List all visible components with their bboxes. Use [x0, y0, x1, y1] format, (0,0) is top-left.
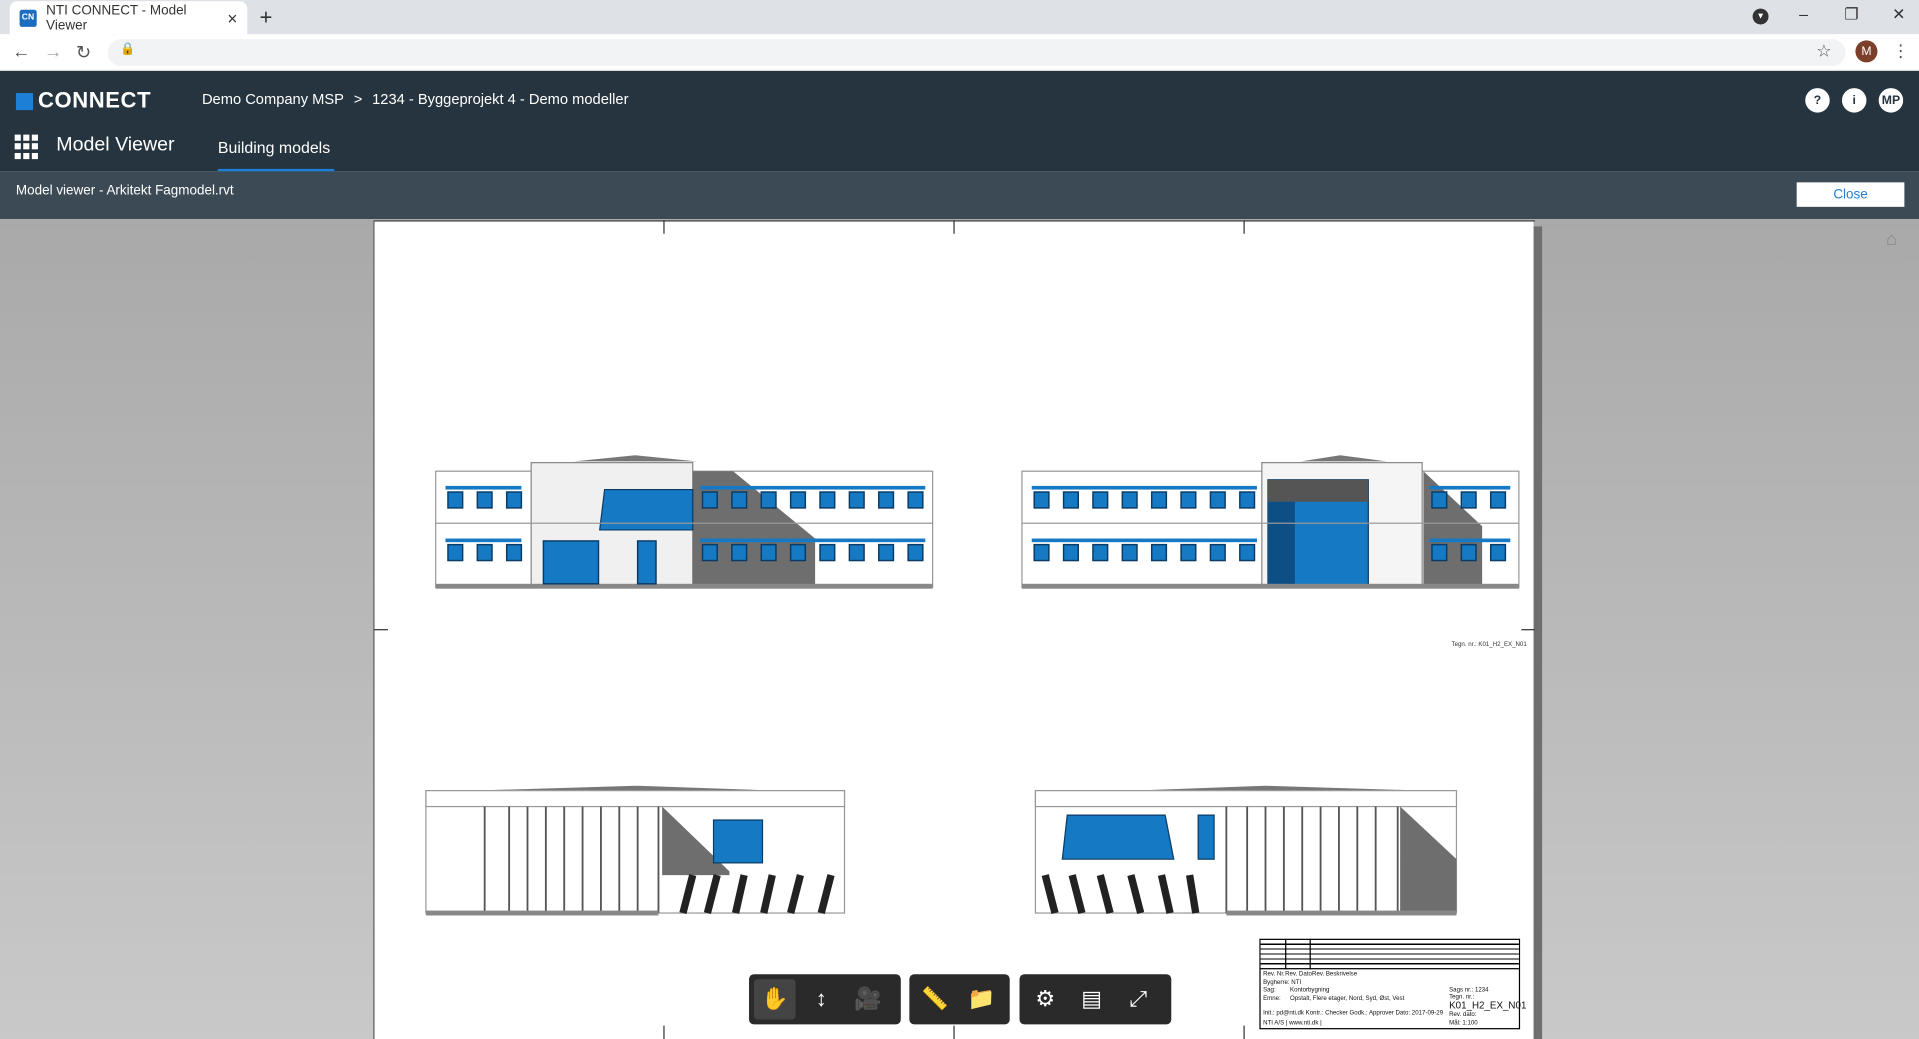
breadcrumb-separator-icon: > — [353, 90, 363, 108]
url-field[interactable]: 🔒 — [107, 39, 1846, 67]
bookmark-star-icon[interactable]: ☆ — [1816, 40, 1831, 61]
tb-initials: Init.: pd@nti.dk Kontr.: Checker Godk.: … — [1263, 1009, 1444, 1018]
tb-rev-dato: Rev. Dato — [1285, 970, 1312, 978]
tb-drawing-number: K01_H2_EX_N01 — [1449, 999, 1527, 1011]
window-close-button[interactable]: ✕ — [1892, 5, 1905, 25]
elevation-east — [425, 785, 846, 916]
profile-avatar[interactable]: M — [1855, 40, 1878, 63]
tab-close-icon[interactable]: × — [227, 8, 237, 28]
elevation-north — [435, 455, 934, 589]
tab-building-models[interactable]: Building models — [218, 138, 330, 156]
elevation-west — [1034, 785, 1458, 916]
toolbar-tools: 📏 📁 — [909, 974, 1010, 1025]
tab-title: NTI CONNECT - Model Viewer — [46, 3, 187, 33]
logo-square-icon — [15, 92, 34, 110]
browser-tab-bar: CN NTI CONNECT - Model Viewer × + ▼ – ❐ … — [0, 0, 1919, 35]
minimize-button[interactable]: – — [1799, 5, 1808, 23]
walk-icon[interactable]: ↕ — [800, 979, 842, 1019]
elevation-south — [1021, 455, 1520, 589]
tb-bygherre: Bygherre: NTI — [1263, 979, 1302, 987]
properties-icon[interactable]: ▤ — [1071, 979, 1113, 1019]
close-button[interactable]: Close — [1796, 182, 1905, 207]
screen: CN NTI CONNECT - Model Viewer × + ▼ – ❐ … — [0, 0, 1919, 1039]
tb-emne-label: Emne: — [1263, 995, 1281, 1003]
viewer-title: Model viewer - Arkitekt Fagmodel.rvt — [15, 183, 234, 199]
info-icon[interactable]: i — [1841, 88, 1867, 113]
lock-icon: 🔒 — [119, 42, 136, 57]
favicon: CN — [19, 9, 37, 27]
camera-icon[interactable]: 🎥 — [847, 979, 889, 1019]
fullscreen-icon[interactable]: ⤢ — [1117, 979, 1159, 1019]
app-title: Model Viewer — [56, 134, 175, 156]
toolbar-settings: ⚙ ▤ ⤢ — [1019, 974, 1172, 1025]
pan-icon[interactable]: ✋ — [753, 979, 796, 1020]
browser-menu-icon[interactable]: ⋮ — [1892, 40, 1909, 61]
browser-tab[interactable]: CN NTI CONNECT - Model Viewer × — [9, 1, 248, 35]
home-view-icon[interactable]: ⌂ — [1886, 229, 1897, 250]
breadcrumb-company[interactable]: Demo Company MSP — [202, 91, 344, 108]
new-tab-button[interactable]: + — [259, 5, 272, 31]
app-header: CONNECT Demo Company MSP > 1234 - Byggep… — [0, 70, 1919, 173]
forward-icon[interactable]: → — [44, 42, 62, 63]
tb-sag: Kontorbygning — [1289, 986, 1330, 994]
settings-icon[interactable]: ⚙ — [1024, 979, 1066, 1019]
restore-button[interactable]: ❐ — [1844, 5, 1858, 25]
tb-rev-date: Rev. dato: — [1449, 1010, 1477, 1019]
tab-search-icon[interactable]: ▼ — [1752, 8, 1769, 25]
measure-icon[interactable]: 📏 — [914, 979, 956, 1019]
toolbar-navigation: ✋ ↕ 🎥 — [749, 974, 901, 1025]
logo-text: CONNECT — [37, 88, 152, 113]
model-viewport[interactable]: ⌂ Tegn. nr.: K01_H2_EX_N01 Rev. Nr. Rev.… — [0, 219, 1919, 1039]
drawing-sheet: Tegn. nr.: K01_H2_EX_N01 — [373, 220, 1535, 1039]
reload-icon[interactable]: ↻ — [76, 42, 91, 64]
breadcrumb-project[interactable]: 1234 - Byggeprojekt 4 - Demo modeller — [372, 91, 628, 108]
sheet-drawing-number: Tegn. nr.: K01_H2_EX_N01 — [1451, 641, 1527, 649]
browser-address-bar: ← → ↻ 🔒 ☆ M ⋮ — [0, 34, 1919, 71]
title-block: Rev. Nr. Rev. Dato Rev. Beskrivelse Bygh… — [1259, 938, 1526, 1030]
breadcrumb: Demo Company MSP > 1234 - Byggeprojekt 4… — [202, 91, 629, 108]
tb-rev-nr: Rev. Nr. — [1263, 970, 1285, 978]
tb-sag-label: Sag: — [1263, 986, 1276, 994]
tb-sagsnr: Sags nr.: 1234 — [1449, 986, 1489, 994]
folder-icon[interactable]: 📁 — [961, 979, 1003, 1019]
user-avatar[interactable]: MP — [1878, 88, 1904, 113]
back-icon[interactable]: ← — [12, 42, 30, 63]
connect-logo[interactable]: CONNECT — [15, 88, 152, 114]
tb-emne: Opstalt, Flere etager, Nord, Syd, Øst, V… — [1289, 995, 1405, 1003]
help-icon[interactable]: ? — [1805, 88, 1830, 113]
tb-rev-beskrivelse: Rev. Beskrivelse — [1312, 970, 1358, 978]
tb-company: NTI A/S | www.nti.dk | — [1263, 1019, 1322, 1027]
app-launcher-icon[interactable] — [14, 134, 39, 159]
tb-scale: Mål: 1:100 — [1449, 1019, 1478, 1027]
viewer-subbar: Model viewer - Arkitekt Fagmodel.rvt Clo… — [0, 171, 1919, 220]
sheet-shadow — [1533, 226, 1543, 1039]
header-actions: ? i MP — [1805, 88, 1904, 113]
